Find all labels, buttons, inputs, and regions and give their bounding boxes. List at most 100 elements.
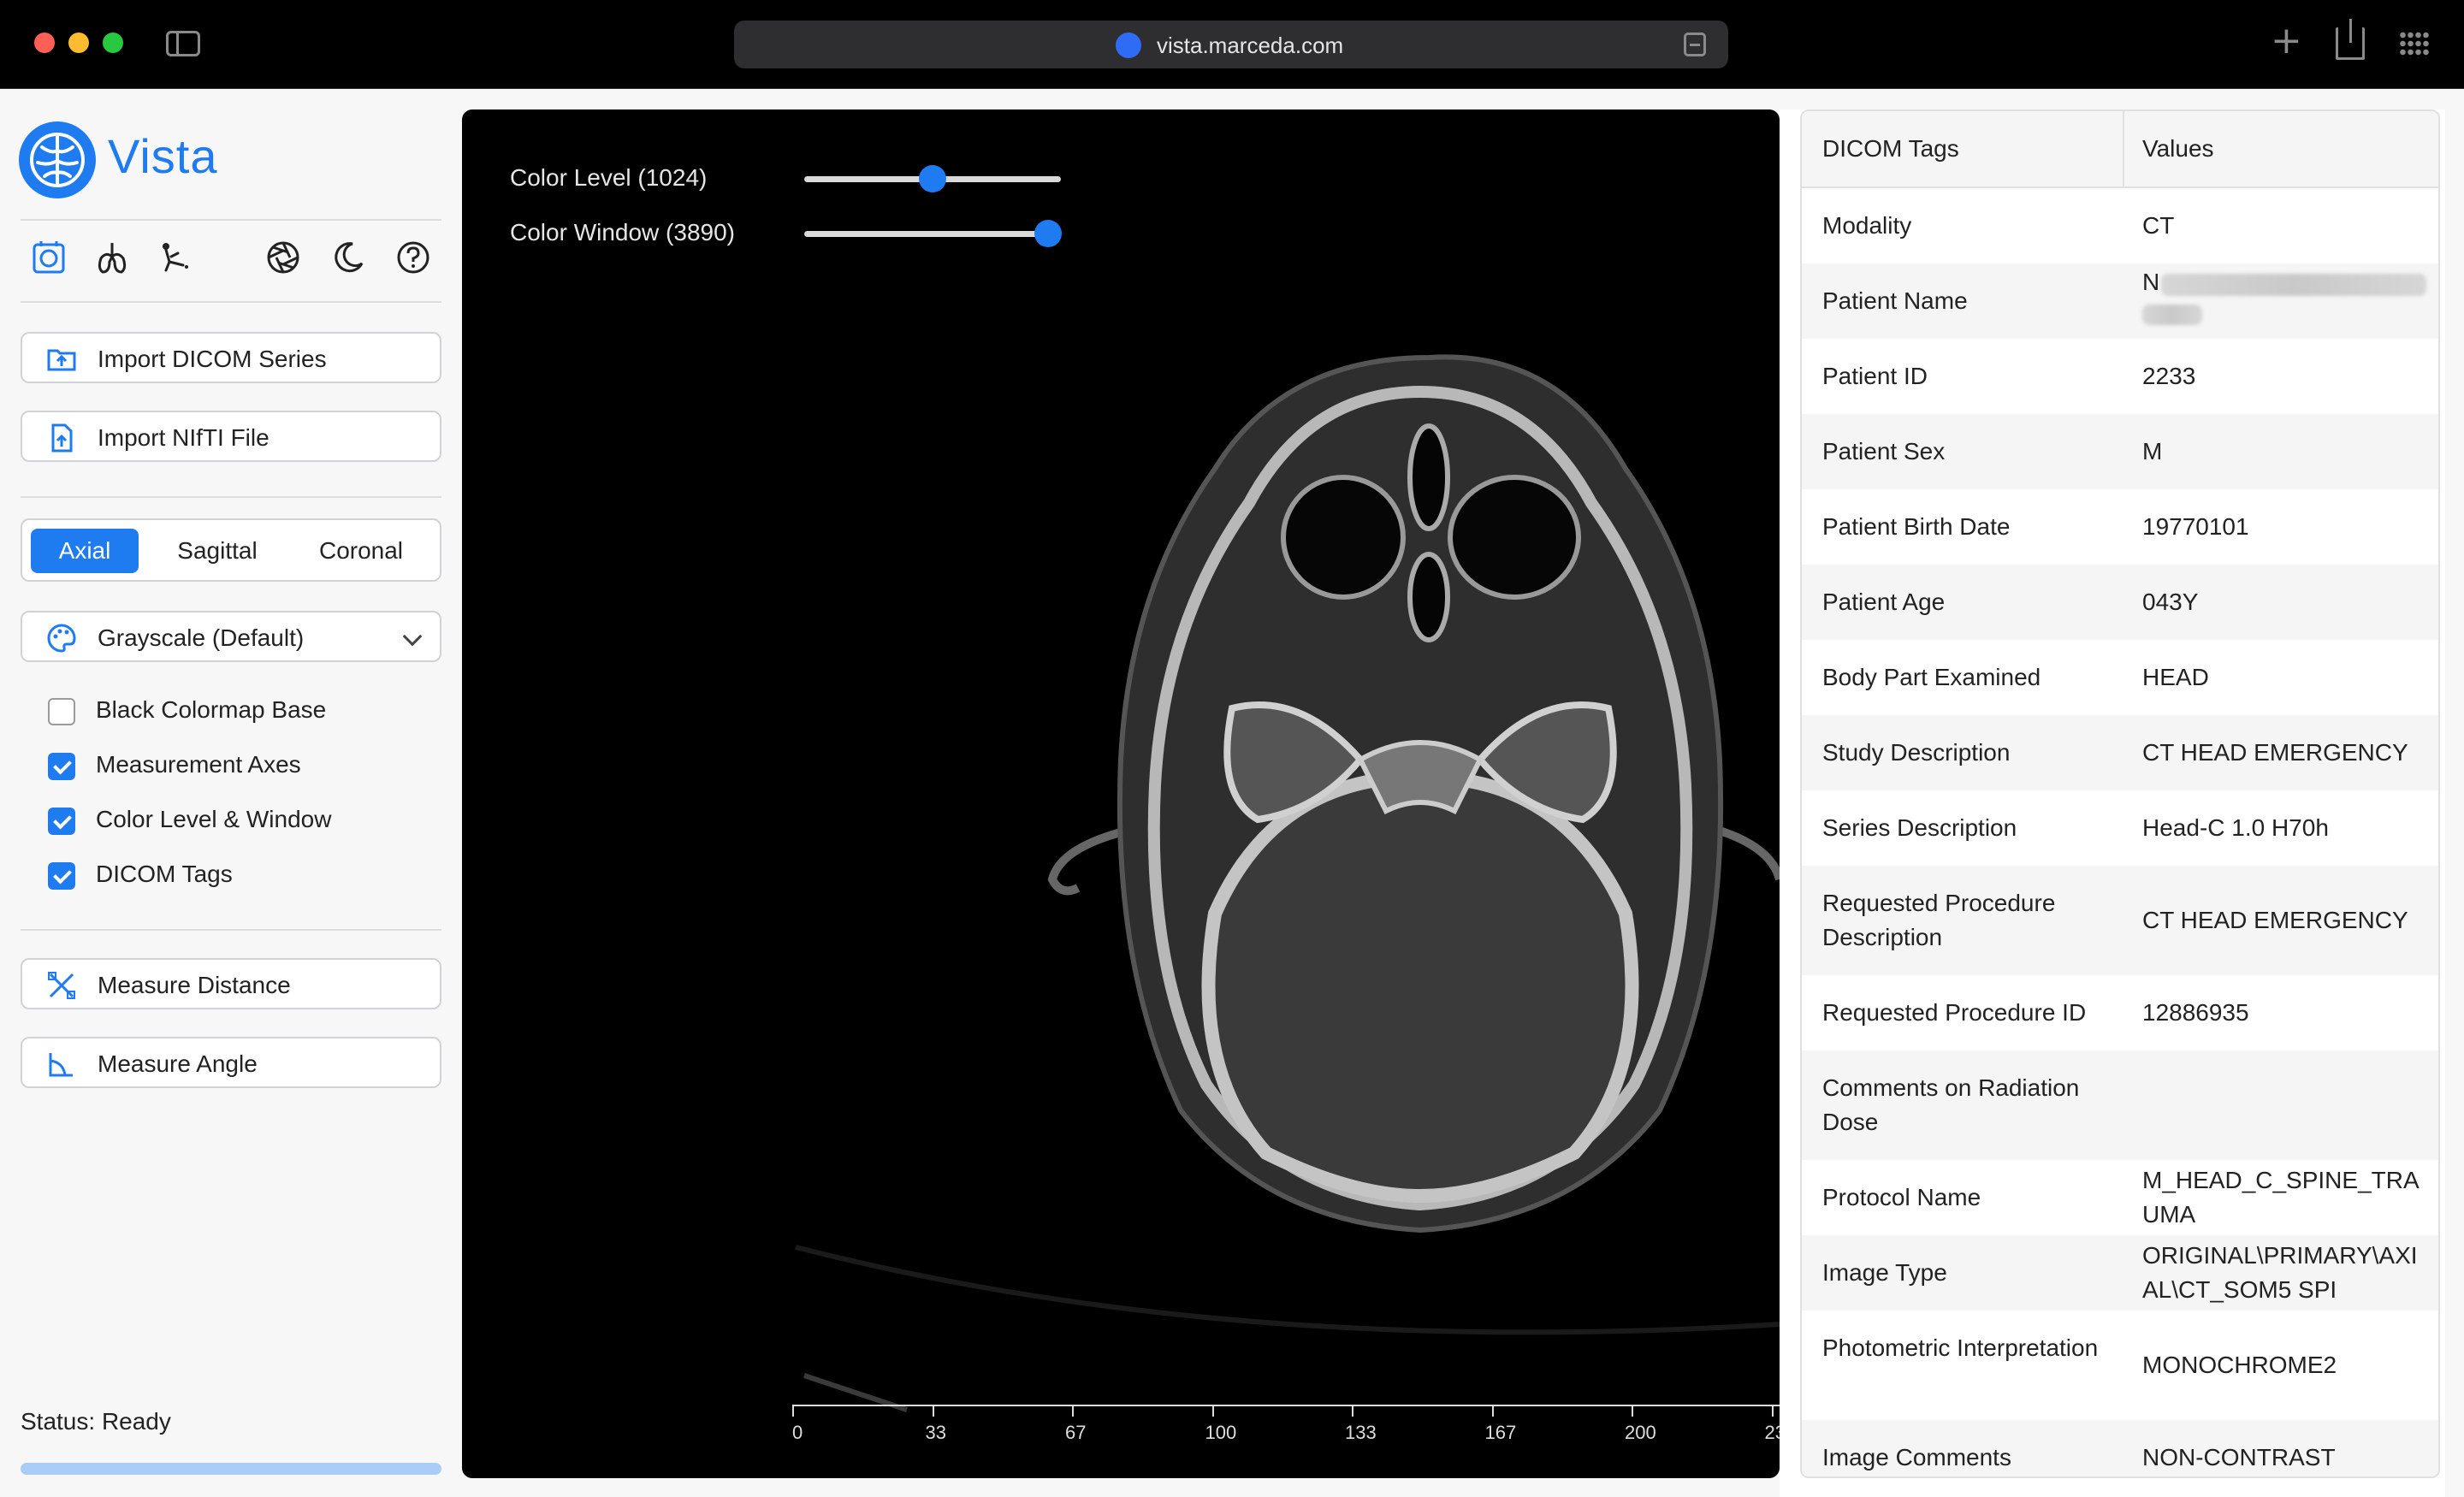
table-row: Modality CT [1802,188,2438,263]
tag-name: Study Description [1822,739,2011,766]
tag-value: CT HEAD EMERGENCY [2142,907,2408,933]
tag-name: Requested Procedure Description [1822,890,2056,950]
tag-name: Image Comments [1822,1444,2011,1470]
table-row: Patient Age 043Y [1802,565,2438,640]
aperture-icon[interactable] [265,240,301,275]
checkbox-label: Black Colormap Base [96,696,327,723]
new-tab-icon[interactable]: + [2271,19,2302,62]
tag-name: Comments on Radiation Dose [1822,1074,2080,1135]
table-row: Series Description Head-C 1.0 H70h [1802,790,2438,866]
tab-overview-icon[interactable] [2399,31,2430,58]
tag-value: 043Y [2142,589,2199,615]
browser-chrome: vista.marceda.com + [0,0,2464,89]
ct-axial-slice-image [795,354,1780,1412]
measure-distance-button[interactable]: Measure Distance [21,958,441,1009]
tab-axial[interactable]: Axial [31,529,139,573]
color-level-label: Color Level (1024) [510,164,708,191]
image-viewer[interactable]: Color Level (1024) Color Window (3890) 0… [462,109,1780,1478]
dicom-tags-panel: DICOM Tags Values Modality CT Patient Na… [1780,109,2445,1497]
axis-tick [932,1406,934,1417]
table-row: Image Type ORIGINAL\PRIMARY\AXIAL\CT_SOM… [1802,1235,2438,1311]
tag-name: Modality [1822,212,1912,239]
tag-name: Requested Procedure ID [1822,999,2087,1026]
divider [21,219,441,221]
table-row: Comments on Radiation Dose [1802,1050,2438,1160]
checkbox-label: Color Level & Window [96,806,332,832]
axis-tick-label: 0 [792,1422,803,1443]
tag-name: Photometric Interpretation [1822,1334,2099,1361]
axis-tick [1771,1406,1774,1417]
reader-mode-icon[interactable] [1684,33,1706,56]
tag-value: 2233 [2142,363,2196,389]
close-window-button[interactable] [34,33,55,53]
axis-tick-label: 33 [925,1422,946,1443]
dark-mode-moon-icon[interactable] [330,240,366,275]
address-bar[interactable]: vista.marceda.com [734,21,1728,68]
bones-icon[interactable] [157,240,193,275]
sidebar-toggle-icon[interactable] [166,31,200,56]
tag-name: Patient Sex [1822,438,1946,464]
lungs-icon[interactable] [94,240,130,275]
tag-name: Patient Birth Date [1822,513,2011,540]
tag-value: NON-CONTRAST [2142,1444,2336,1470]
checkbox-unchecked-icon[interactable] [48,698,75,725]
redacted-name-blur [2142,305,2202,325]
tag-name: Protocol Name [1822,1184,1981,1210]
app-title: Vista [108,129,218,183]
table-row: Patient Name N [1802,263,2438,339]
table-row: Body Part Examined HEAD [1802,640,2438,715]
color-level-slider-thumb[interactable] [919,165,946,192]
tab-sagittal[interactable]: Sagittal [157,529,277,573]
table-row: Patient Birth Date 19770101 [1802,489,2438,565]
column-header-values: Values [2142,135,2214,162]
color-window-slider[interactable] [804,220,1062,247]
import-nifti-button[interactable]: Import NIfTI File [21,411,441,462]
colormap-value: Grayscale (Default) [98,624,305,651]
tag-value: 12886935 [2142,999,2249,1026]
file-upload-icon [51,423,73,453]
measure-distance-label: Measure Distance [98,972,291,998]
import-dicom-button[interactable]: Import DICOM Series [21,332,441,383]
help-icon[interactable] [395,240,431,275]
axis-tick-label: 133 [1345,1422,1377,1443]
table-header: DICOM Tags Values [1802,111,2438,188]
color-level-slider[interactable] [804,165,1061,192]
url-text: vista.marceda.com [1157,33,1344,58]
share-icon[interactable] [2336,19,2365,60]
tag-name: Body Part Examined [1822,664,2041,690]
axis-tick [1211,1406,1214,1417]
status-text: Status: Ready [21,1408,171,1435]
app-window: Vista Import DICOM Series Import NIfTI F… [0,89,2464,1497]
divider [21,496,441,498]
maximize-window-button[interactable] [103,33,123,53]
tab-coronal[interactable]: Coronal [301,529,421,573]
colormap-select[interactable]: Grayscale (Default) [21,611,441,662]
view-orientation-selector: Axial Sagittal Coronal [21,518,441,582]
minimize-window-button[interactable] [68,33,89,53]
progress-bar [21,1463,441,1475]
chevron-down-icon [402,626,423,647]
table-row: Photometric Interpretation MONOCHROME2 [1802,1311,2438,1420]
column-divider [2123,111,2124,188]
axis-tick [1632,1406,1633,1417]
brain-scan-icon[interactable] [31,240,67,275]
table-row: Protocol Name M_HEAD_C_SPINE_TRAUMA [1802,1160,2438,1235]
tag-value: Head-C 1.0 H70h [2142,814,2329,841]
checkbox-checked-icon[interactable] [48,862,75,890]
import-dicom-label: Import DICOM Series [98,346,327,372]
palette-icon [47,624,76,653]
measure-angle-button[interactable]: Measure Angle [21,1037,441,1088]
axis-tick [1072,1406,1074,1417]
axis-tick [1491,1406,1494,1417]
checkbox-checked-icon[interactable] [48,808,75,835]
progress-fill [21,1463,441,1475]
column-header-tags: DICOM Tags [1822,135,1959,162]
checkbox-label: DICOM Tags [96,861,233,887]
color-window-slider-thumb[interactable] [1034,220,1062,247]
color-window-label: Color Window (3890) [510,219,735,246]
divider [21,929,441,931]
checkbox-checked-icon[interactable] [48,753,75,780]
angle-icon [49,1053,73,1077]
table-row: Requested Procedure ID 12886935 [1802,975,2438,1050]
tag-value: M [2142,438,2163,464]
